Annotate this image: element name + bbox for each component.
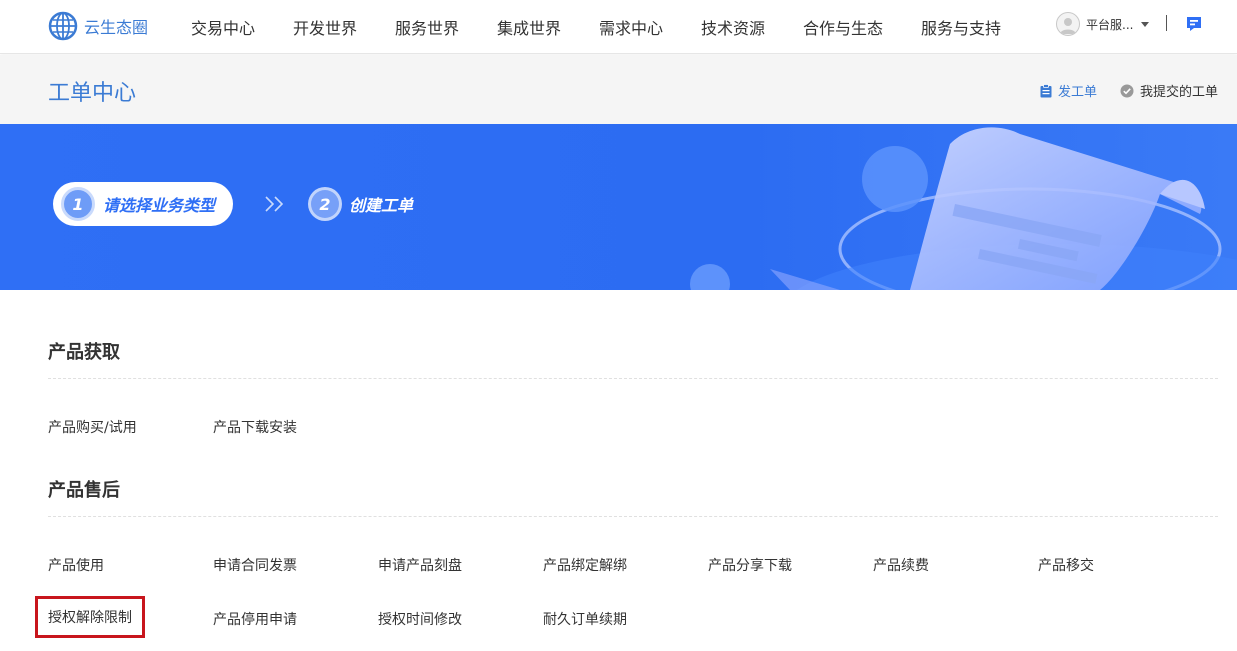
username: 平台服... (1086, 17, 1134, 32)
page-title: 工单中心 (48, 81, 137, 106)
section-product-acquisition: 产品获取 (48, 338, 1218, 364)
business-type-item[interactable]: 产品停用申请 (213, 609, 297, 629)
steps-banner: 1 请选择业务类型 2 创建工单 (0, 124, 1237, 290)
business-type-item[interactable]: 授权时间修改 (378, 609, 462, 629)
globe-logo-icon (48, 11, 78, 41)
page-header: 工单中心 发工单 我提交的工单 (0, 55, 1237, 124)
section-divider (48, 516, 1218, 517)
divider (1166, 15, 1167, 31)
nav-item-partnership[interactable]: 合作与生态 (803, 15, 883, 39)
section-title: 产品获取 (48, 342, 120, 363)
business-type-item[interactable]: 产品绑定解绑 (543, 555, 627, 575)
logo[interactable]: 云生态圈 (48, 9, 148, 43)
nav-item-tech-resources[interactable]: 技术资源 (701, 15, 765, 39)
new-ticket-link[interactable]: 发工单 (1040, 81, 1097, 100)
double-chevron-right-icon (265, 196, 284, 212)
nav-item-demand-center[interactable]: 需求中心 (599, 15, 663, 39)
nav-item-integration-world[interactable]: 集成世界 (497, 15, 561, 39)
chevron-down-icon (1141, 21, 1150, 27)
business-type-item[interactable]: 产品购买/试用 (48, 417, 137, 437)
business-type-item[interactable]: 产品移交 (1038, 555, 1094, 575)
user-menu[interactable]: 平台服... (1056, 12, 1150, 36)
business-type-item[interactable]: 产品下载安装 (213, 417, 297, 437)
business-type-item[interactable]: 产品续费 (873, 555, 929, 575)
step-1-active: 1 请选择业务类型 (53, 182, 233, 226)
nav-item-dev-world[interactable]: 开发世界 (293, 15, 357, 39)
user-avatar-icon (1056, 12, 1080, 36)
business-type-item-highlighted[interactable]: 授权解除限制 (35, 596, 145, 638)
top-navigation: 云生态圈 交易中心 开发世界 服务世界 集成世界 需求中心 技术资源 合作与生态… (0, 0, 1237, 54)
new-ticket-label: 发工单 (1058, 85, 1098, 100)
section-divider (48, 378, 1218, 379)
step-2-number: 2 (308, 187, 342, 221)
business-type-item[interactable]: 申请产品刻盘 (378, 555, 462, 575)
business-type-item[interactable]: 耐久订单续期 (543, 609, 627, 629)
message-icon[interactable] (1186, 16, 1202, 32)
business-type-item[interactable]: 产品使用 (48, 555, 104, 575)
my-tickets-link[interactable]: 我提交的工单 (1120, 81, 1218, 100)
brand-name: 云生态圈 (84, 18, 149, 37)
step-2-label: 创建工单 (349, 196, 414, 215)
my-tickets-label: 我提交的工单 (1140, 85, 1219, 100)
business-type-item[interactable]: 产品分享下载 (708, 555, 792, 575)
section-after-sales: 产品售后 (48, 476, 1218, 502)
step-1-label: 请选择业务类型 (103, 196, 216, 215)
step-1-number: 1 (61, 187, 95, 221)
check-circle-icon (1120, 84, 1134, 97)
nav-item-service-support[interactable]: 服务与支持 (921, 15, 1001, 39)
nav-item-service-world[interactable]: 服务世界 (395, 15, 459, 39)
decorative-illustration (690, 127, 1237, 290)
step-2: 2 创建工单 (308, 187, 413, 221)
nav-item-trading[interactable]: 交易中心 (191, 15, 255, 39)
clipboard-icon (1040, 83, 1052, 97)
business-type-item[interactable]: 申请合同发票 (213, 555, 297, 575)
section-title: 产品售后 (48, 480, 120, 501)
